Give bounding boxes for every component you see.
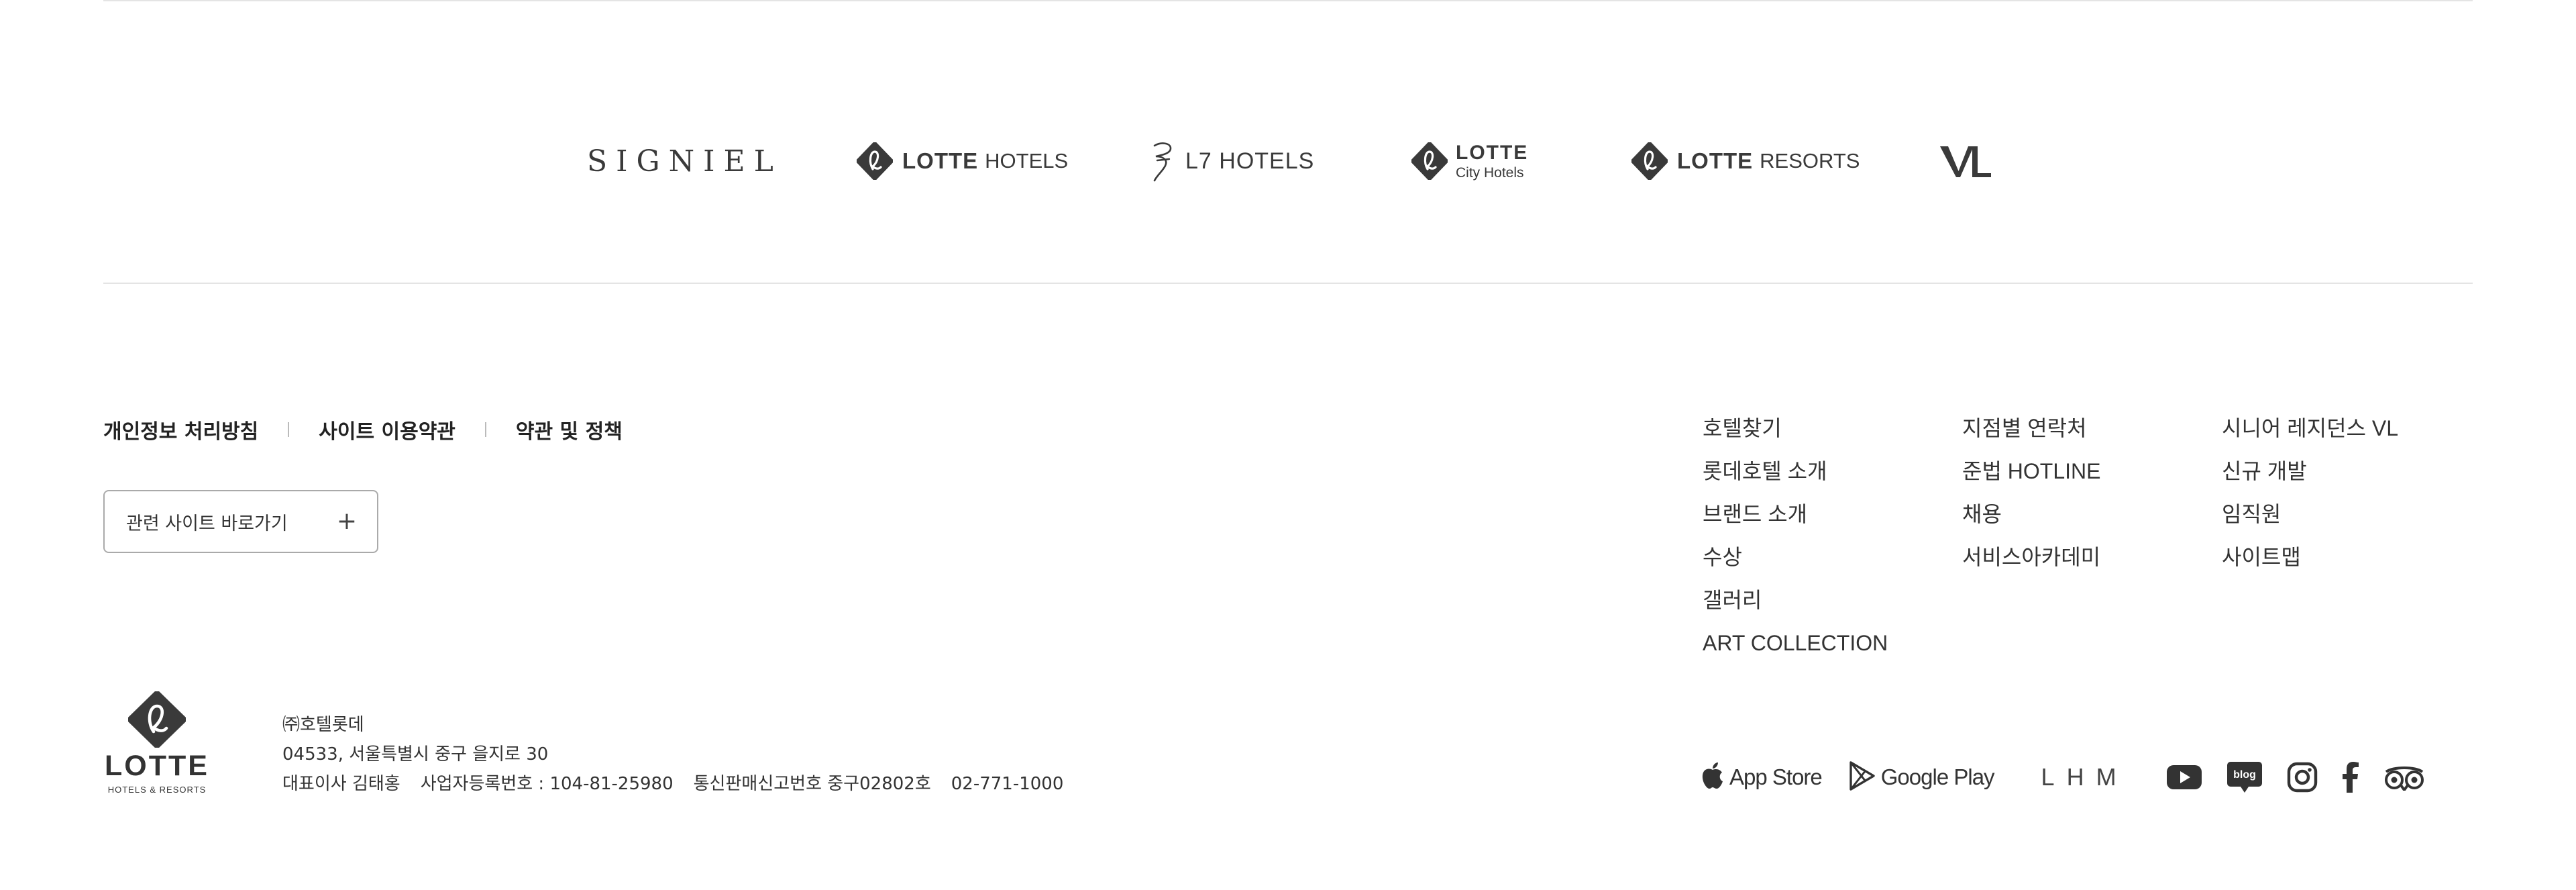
terms-of-use-link[interactable]: 사이트 이용약관 (319, 415, 455, 444)
company-mail-order-no: 통신판매신고번호 중구02802호 (693, 774, 931, 794)
lotte-city-emblem-icon (1411, 142, 1448, 180)
policy-links: 개인정보 처리방침 사이트 이용약관 약관 및 정책 (103, 415, 623, 444)
company-name: ㈜호텔롯데 (282, 715, 364, 735)
nav-link-careers[interactable]: 채용 (1962, 495, 2100, 538)
mid-divider (103, 283, 2473, 284)
vl-logo-icon (1939, 142, 1992, 180)
app-store-link[interactable]: App Store (1701, 762, 1823, 793)
l7-flourish-icon (1150, 140, 1175, 182)
tripadvisor-icon[interactable] (2383, 764, 2425, 791)
google-play-link[interactable]: Google Play (1849, 761, 1995, 793)
corp-logo-sub: HOTELS & RESORTS (107, 785, 207, 795)
google-play-icon (1849, 761, 1876, 793)
l7-hotels-text: L7 HOTELS (1185, 148, 1315, 174)
footer-nav-column-2: 지점별 연락처 준법 HOTLINE 채용 서비스아카데미 (1962, 409, 2100, 581)
lotte-emblem-icon (127, 691, 186, 750)
lhm-link[interactable]: LHM (2041, 763, 2129, 791)
brand-vl[interactable] (1939, 121, 1992, 201)
lotte-resorts-resorts-text: RESORTS (1760, 149, 1860, 172)
company-business-no: 사업자등록번호 : 104-81-25980 (420, 774, 674, 794)
lotte-city-wordmark: LOTTE City Hotels (1456, 141, 1529, 181)
facebook-icon[interactable] (2342, 762, 2359, 793)
policy-separator (288, 422, 290, 437)
lotte-city-lotte-text: LOTTE (1456, 141, 1529, 164)
nav-link-employees[interactable]: 임직원 (2222, 495, 2398, 538)
corp-logo-word: LOTTE (105, 750, 209, 782)
related-sites-dropdown[interactable]: 관련 사이트 바로가기 + (103, 490, 378, 553)
top-divider (103, 0, 2473, 1)
nav-link-brand-intro[interactable]: 브랜드 소개 (1703, 495, 1888, 538)
nav-link-service-academy[interactable]: 서비스아카데미 (1962, 538, 2100, 581)
privacy-policy-link[interactable]: 개인정보 처리방침 (103, 415, 258, 444)
brand-logos: SIGNIEL LOTTE HOTELS L7 HOTELS LOTTE Cit… (0, 121, 2576, 201)
footer-nav-column-3: 시니어 레지던스 VL 신규 개발 임직원 사이트맵 (2222, 409, 2398, 581)
nav-link-senior-residence[interactable]: 시니어 레지던스 VL (2222, 409, 2398, 452)
brand-lotte-hotels[interactable]: LOTTE HOTELS (857, 121, 1068, 201)
blog-icon-text: blog (2233, 769, 2256, 781)
company-info: ㈜호텔롯데 04533, 서울특별시 중구 을지로 30 대표이사 김태홍 사업자… (282, 710, 1063, 799)
nav-link-art-collection[interactable]: ART COLLECTION (1703, 624, 1888, 667)
blog-icon[interactable]: blog (2226, 760, 2263, 794)
brand-signiel[interactable]: SIGNIEL (587, 121, 782, 201)
nav-link-new-development[interactable]: 신규 개발 (2222, 452, 2398, 495)
company-details: 대표이사 김태홍 사업자등록번호 : 104-81-25980 통신판매신고번호 중… (282, 769, 1063, 799)
related-sites-label: 관련 사이트 바로가기 (126, 513, 288, 534)
terms-and-policies-link[interactable]: 약관 및 정책 (516, 415, 623, 444)
company-phone: 02-771-1000 (951, 774, 1064, 794)
brand-lotte-resorts[interactable]: LOTTE RESORTS (1631, 121, 1860, 201)
nav-link-find-hotel[interactable]: 호텔찾기 (1703, 409, 1888, 452)
nav-link-awards[interactable]: 수상 (1703, 538, 1888, 581)
brand-l7-hotels[interactable]: L7 HOTELS (1150, 121, 1314, 201)
app-store-text: App Store (1729, 764, 1823, 789)
company-address: 04533, 서울특별시 중구 을지로 30 (282, 744, 549, 764)
nav-link-gallery[interactable]: 갤러리 (1703, 581, 1888, 624)
social-links: blog (2166, 760, 2449, 794)
app-and-social-links: App Store Google Play LHM blog (1701, 756, 2449, 799)
lotte-hotels-hotels-text: HOTELS (985, 149, 1069, 172)
policy-separator (484, 422, 486, 437)
youtube-icon[interactable] (2166, 764, 2202, 791)
footer-nav-column-1: 호텔찾기 롯데호텔 소개 브랜드 소개 수상 갤러리 ART COLLECTIO… (1703, 409, 1888, 667)
lotte-city-city-text: City Hotels (1456, 164, 1524, 181)
nav-link-branch-contacts[interactable]: 지점별 연락처 (1962, 409, 2100, 452)
lotte-resorts-emblem-icon (1631, 142, 1668, 180)
nav-link-sitemap[interactable]: 사이트맵 (2222, 538, 2398, 581)
company-ceo: 대표이사 김태홍 (282, 774, 400, 794)
lotte-emblem-icon (857, 142, 893, 180)
nav-link-about-lotte-hotel[interactable]: 롯데호텔 소개 (1703, 452, 1888, 495)
lotte-hotels-resorts-logo[interactable]: LOTTE HOTELS & RESORTS (102, 691, 212, 795)
lotte-hotels-lotte-text: LOTTE (902, 148, 979, 173)
google-play-text: Google Play (1880, 764, 1995, 789)
nav-link-compliance-hotline[interactable]: 준법 HOTLINE (1962, 452, 2100, 495)
lotte-resorts-lotte-text: LOTTE (1677, 148, 1754, 173)
brand-lotte-city-hotels[interactable]: LOTTE City Hotels (1411, 121, 1528, 201)
plus-icon: + (336, 507, 357, 535)
instagram-icon[interactable] (2287, 762, 2318, 793)
apple-icon (1701, 762, 1724, 793)
signiel-text: SIGNIEL (587, 144, 782, 179)
